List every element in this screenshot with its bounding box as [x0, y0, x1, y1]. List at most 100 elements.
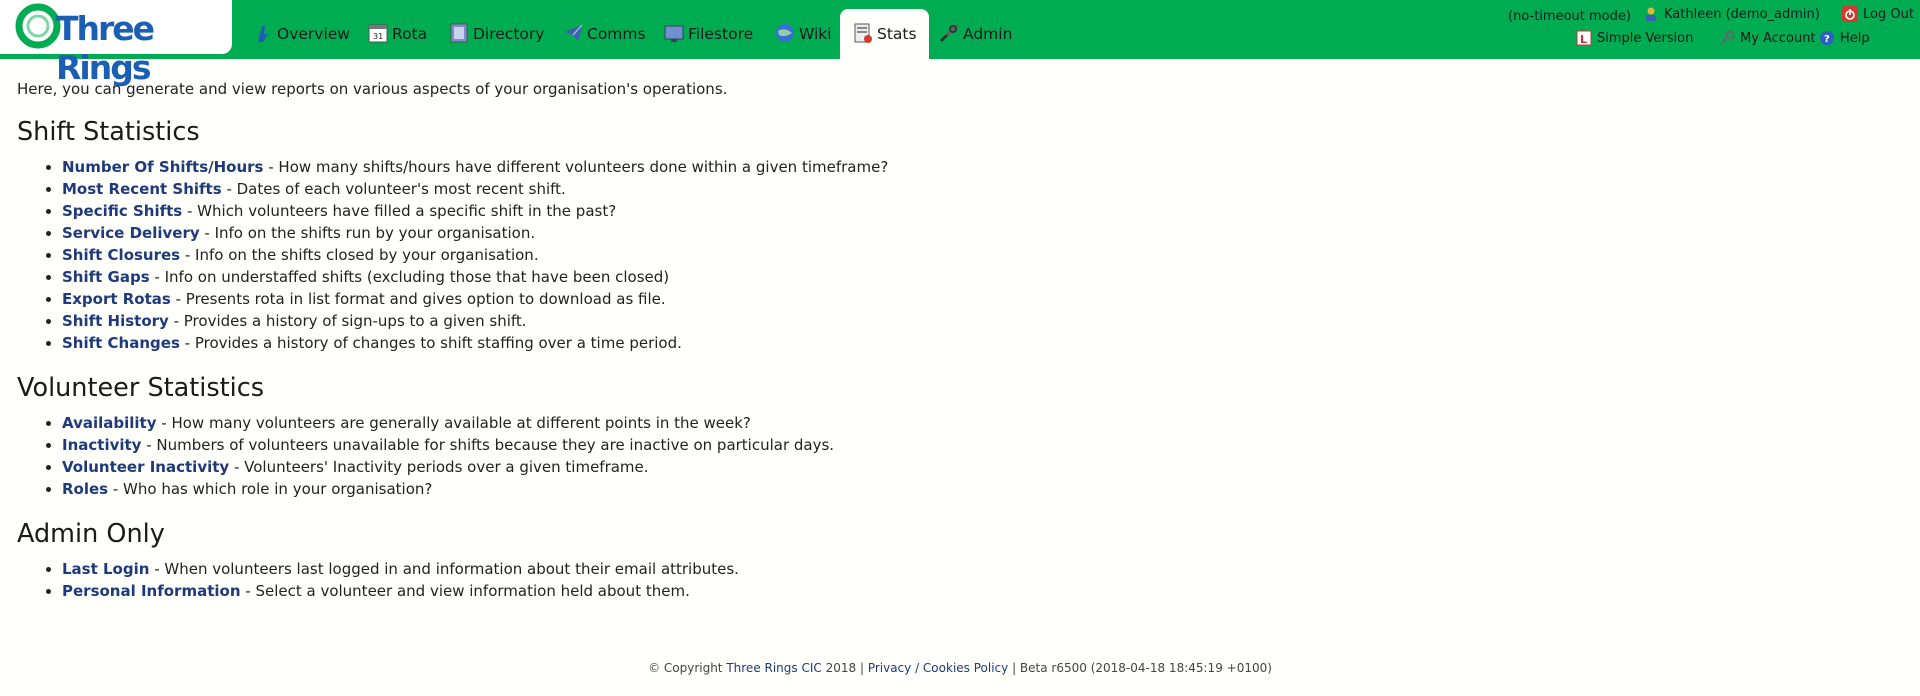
report-description: - Info on understaffed shifts (excluding… — [149, 268, 670, 286]
report-link[interactable]: Service Delivery — [62, 224, 200, 242]
nav-label: Rota — [392, 25, 428, 43]
svg-text:31: 31 — [373, 32, 383, 41]
simple-version-icon: L — [1576, 30, 1592, 46]
logout-label: Log Out — [1863, 6, 1914, 22]
list-item: Last Login - When volunteers last logged… — [62, 558, 1897, 580]
report-link[interactable]: Availability — [62, 414, 157, 432]
logo-text: Three Rings — [56, 9, 155, 87]
nav-directory[interactable]: Directory — [448, 9, 544, 59]
logout-button[interactable]: Log Out — [1842, 6, 1914, 22]
list-item: Most Recent Shifts - Dates of each volun… — [62, 178, 1897, 200]
report-description: - Provides a history of changes to shift… — [179, 334, 682, 352]
help-label: Help — [1840, 30, 1870, 46]
report-link[interactable]: Last Login — [62, 560, 149, 578]
nav-label: Comms — [587, 25, 646, 43]
user-name: Kathleen (demo_admin) — [1664, 6, 1820, 22]
nav-label: Directory — [473, 25, 545, 43]
report-link[interactable]: Shift History — [62, 312, 169, 330]
current-user-link[interactable]: Kathleen (demo_admin) — [1643, 6, 1820, 22]
nav-admin[interactable]: Admin — [938, 9, 1012, 59]
report-description: - How many volunteers are generally avai… — [156, 414, 751, 432]
directory-icon — [448, 22, 470, 44]
svg-text:L: L — [1580, 33, 1587, 46]
simple-version-link[interactable]: L Simple Version — [1576, 30, 1693, 46]
report-link[interactable]: Roles — [62, 480, 108, 498]
report-description: - How many shifts/hours have different v… — [263, 158, 889, 176]
list-item: Service Delivery - Info on the shifts ru… — [62, 222, 1897, 244]
copyright-prefix: © Copyright — [648, 661, 727, 675]
nav-label: Wiki — [799, 25, 832, 43]
report-description: - Numbers of volunteers unavailable for … — [141, 436, 835, 454]
nav-rota[interactable]: 31 Rota — [367, 9, 427, 59]
section-title: Admin Only — [17, 519, 165, 549]
nav-label: Overview — [277, 25, 350, 43]
svg-text:?: ? — [1824, 34, 1830, 45]
report-link[interactable]: Specific Shifts — [62, 202, 182, 220]
list-item: Roles - Who has which role in your organ… — [62, 478, 1897, 500]
list-item: Shift History - Provides a history of si… — [62, 310, 1897, 332]
nav-label: Stats — [877, 25, 917, 43]
comms-icon — [562, 22, 584, 44]
filestore-icon — [663, 22, 685, 44]
logo[interactable]: Three Rings — [0, 0, 232, 87]
key-icon — [1719, 30, 1735, 46]
section-title: Volunteer Statistics — [17, 373, 265, 403]
list-item: Inactivity - Numbers of volunteers unava… — [62, 434, 1897, 456]
copyright-year: 2018 | — [821, 661, 868, 675]
report-list: Last Login - When volunteers last logged… — [17, 558, 1897, 602]
timeout-mode-text: (no-timeout mode) — [1508, 9, 1631, 24]
report-link[interactable]: Export Rotas — [62, 290, 171, 308]
footer: © Copyright Three Rings CIC 2018 | Priva… — [0, 661, 1920, 675]
report-description: - Who has which role in your organisatio… — [108, 480, 433, 498]
list-item: Shift Changes - Provides a history of ch… — [62, 332, 1897, 354]
list-item: Number Of Shifts/Hours - How many shifts… — [62, 156, 1897, 178]
list-item: Shift Closures - Info on the shifts clos… — [62, 244, 1897, 266]
top-bar: Three Rings Overview 31 Rota Directory C… — [0, 0, 1920, 87]
report-link[interactable]: Most Recent Shifts — [62, 180, 222, 198]
simple-version-label: Simple Version — [1597, 30, 1694, 46]
list-item: Volunteer Inactivity - Volunteers' Inact… — [62, 456, 1897, 478]
stats-icon — [852, 22, 874, 44]
wiki-icon — [774, 22, 796, 44]
intro-text: Here, you can generate and view reports … — [17, 80, 728, 98]
report-link[interactable]: Number Of Shifts/Hours — [62, 158, 263, 176]
report-description: - Info on the shifts closed by your orga… — [180, 246, 539, 264]
main-content: Here, you can generate and view reports … — [17, 79, 1897, 602]
version-text: | Beta r6500 (2018-04-18 18:45:19 +0100) — [1008, 661, 1272, 675]
report-link[interactable]: Personal Information — [62, 582, 241, 600]
nav-label: Filestore — [688, 25, 754, 43]
admin-tools-icon — [938, 22, 960, 44]
help-link[interactable]: ? Help — [1819, 30, 1870, 46]
calendar-icon: 31 — [367, 22, 389, 44]
report-link[interactable]: Volunteer Inactivity — [62, 458, 229, 476]
power-icon — [1842, 6, 1858, 22]
privacy-link[interactable]: Privacy / Cookies Policy — [868, 661, 1008, 675]
report-link[interactable]: Shift Closures — [62, 246, 180, 264]
report-description: - Presents rota in list format and gives… — [170, 290, 666, 308]
list-item: Specific Shifts - Which volunteers have … — [62, 200, 1897, 222]
report-description: - Select a volunteer and view informatio… — [240, 582, 690, 600]
help-icon: ? — [1819, 30, 1835, 46]
company-link[interactable]: Three Rings CIC — [726, 661, 821, 675]
report-description: - Volunteers' Inactivity periods over a … — [229, 458, 649, 476]
report-link[interactable]: Inactivity — [62, 436, 141, 454]
report-link[interactable]: Shift Gaps — [62, 268, 150, 286]
report-description: - Info on the shifts run by your organis… — [199, 224, 536, 242]
report-description: - Dates of each volunteer's most recent … — [221, 180, 566, 198]
user-icon — [1643, 6, 1659, 22]
my-account-link[interactable]: My Account — [1719, 30, 1816, 46]
nav-overview[interactable]: Overview — [252, 9, 350, 59]
list-item: Personal Information - Select a voluntee… — [62, 580, 1897, 602]
report-link[interactable]: Shift Changes — [62, 334, 180, 352]
nav-filestore[interactable]: Filestore — [663, 9, 753, 59]
my-account-label: My Account — [1740, 30, 1816, 46]
nav-wiki[interactable]: Wiki — [774, 9, 832, 59]
report-list: Availability - How many volunteers are g… — [17, 412, 1897, 500]
nav-stats[interactable]: Stats — [840, 9, 929, 59]
section-title: Shift Statistics — [17, 117, 200, 147]
list-item: Shift Gaps - Info on understaffed shifts… — [62, 266, 1897, 288]
nav-label: Admin — [963, 25, 1013, 43]
list-item: Export Rotas - Presents rota in list for… — [62, 288, 1897, 310]
report-description: - Provides a history of sign-ups to a gi… — [168, 312, 527, 330]
nav-comms[interactable]: Comms — [562, 9, 646, 59]
